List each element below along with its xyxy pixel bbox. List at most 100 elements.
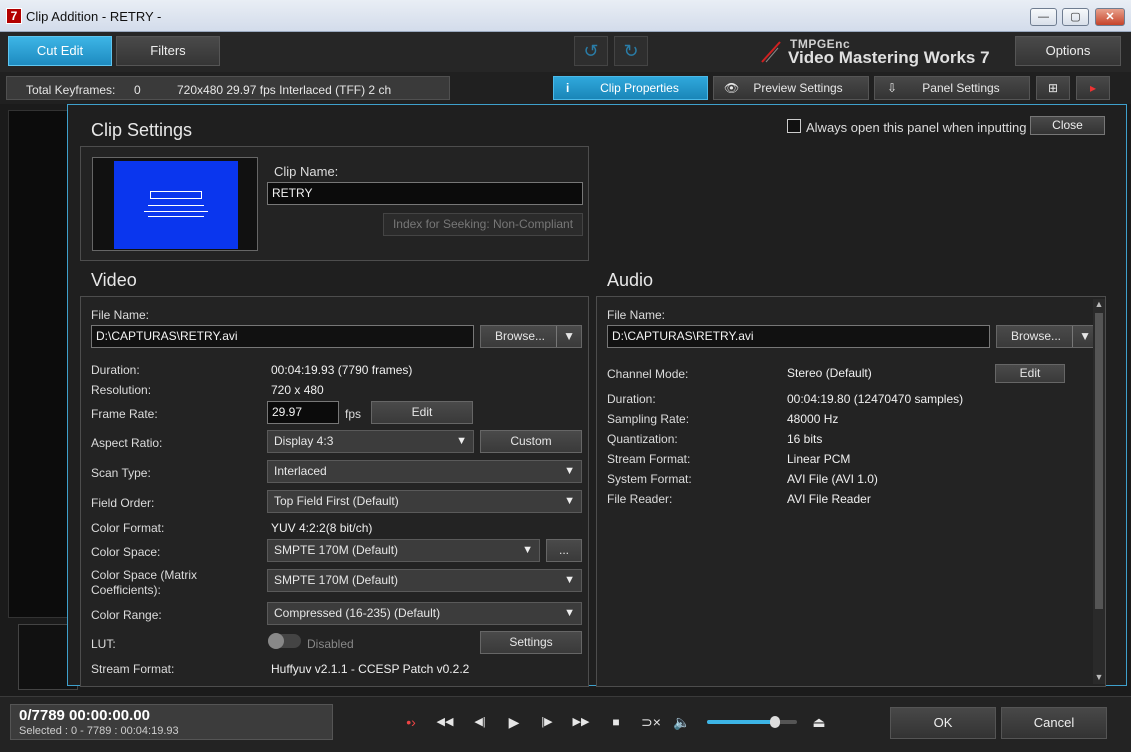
step-back-icon[interactable]: ◀| (469, 712, 491, 732)
video-stream-format-value: Huffyuv v2.1.1 - CCESP Patch v0.2.2 (271, 662, 470, 676)
eye-icon: 👁 (724, 81, 740, 95)
timecode-display: 0/7789 00:00:00.00 (19, 707, 150, 724)
stop-icon[interactable]: ■ (605, 712, 627, 732)
color-flag-icon[interactable]: ▸ (1076, 76, 1110, 100)
video-duration-value: 00:04:19.93 (7790 frames) (271, 363, 413, 377)
quantization-value: 16 bits (787, 432, 823, 446)
lut-settings-button[interactable]: Settings (480, 631, 582, 654)
video-header: Video (91, 270, 137, 290)
scan-type-label: Scan Type: (91, 466, 151, 480)
matrix-label-line2: Coefficients): (91, 583, 161, 597)
cancel-button[interactable]: Cancel (1001, 707, 1107, 739)
logo-product: Video Mastering Works 7 (788, 48, 990, 67)
clip-properties-button[interactable]: i Clip Properties (553, 76, 708, 100)
chevron-down-icon: ▼ (456, 435, 467, 447)
loop-icon[interactable]: ⊃× (638, 712, 664, 732)
sampling-rate-value: 48000 Hz (787, 412, 839, 426)
selection-display: Selected : 0 - 7789 : 00:04:19.93 (19, 725, 179, 737)
clip-thumbnail (114, 161, 238, 249)
channel-mode-value: Stereo (Default) (787, 366, 872, 380)
volume-knob[interactable] (769, 716, 780, 728)
color-range-label: Color Range: (91, 608, 162, 622)
file-reader-value: AVI File Reader (787, 492, 871, 506)
rewind-icon[interactable]: ◀◀ (434, 712, 456, 732)
chevron-down-icon: ▼ (522, 544, 533, 556)
video-panel: File Name: D:\CAPTURAS\RETRY.avi Browse.… (80, 296, 589, 687)
audio-browse-button[interactable]: Browse... ▼ (996, 325, 1098, 348)
undo-icon[interactable]: ↺ (574, 36, 608, 66)
options-button[interactable]: Options (1015, 36, 1121, 66)
video-browse-button[interactable]: Browse... ▼ (480, 325, 582, 348)
preview-settings-button[interactable]: 👁 Preview Settings (713, 76, 869, 100)
preview-pane (8, 110, 68, 618)
info-icon: i (566, 81, 570, 95)
aspect-ratio-select[interactable]: Display 4:3 ▼ (267, 430, 474, 453)
lut-label: LUT: (91, 637, 116, 651)
clip-name-panel: Clip Name: RETRY Index for Seeking: Non-… (80, 146, 589, 261)
volume-slider[interactable] (707, 716, 797, 728)
system-format-label: System Format: (607, 472, 692, 486)
channel-mode-label: Channel Mode: (607, 367, 689, 381)
close-button[interactable]: Close (1030, 116, 1105, 135)
redo-icon[interactable]: ↻ (614, 36, 648, 66)
total-keyframes-label: Total Keyframes: (26, 83, 116, 97)
quantization-label: Quantization: (607, 432, 678, 446)
clip-name-input[interactable]: RETRY (267, 182, 583, 205)
step-forward-icon[interactable]: |▶ (536, 712, 558, 732)
frame-rate-field[interactable]: 29.97 (267, 401, 339, 424)
play-icon[interactable]: ▶ (503, 712, 525, 732)
chevron-down-icon: ▼ (564, 465, 575, 477)
field-order-select[interactable]: Top Field First (Default) ▼ (267, 490, 582, 513)
aspect-ratio-label: Aspect Ratio: (91, 436, 163, 450)
channel-mode-edit-button[interactable]: Edit (995, 364, 1065, 383)
maximize-button[interactable]: ▢ (1062, 8, 1089, 26)
timecode-box: 0/7789 00:00:00.00 Selected : 0 - 7789 :… (10, 704, 333, 740)
mark-icon[interactable]: •› (400, 712, 422, 732)
minimize-button[interactable]: — (1030, 8, 1057, 26)
scroll-down-icon[interactable]: ▼ (1093, 672, 1105, 684)
scrollbar-thumb[interactable] (1095, 313, 1103, 609)
filters-tab[interactable]: Filters (116, 36, 220, 66)
system-format-value: AVI File (AVI 1.0) (787, 472, 878, 486)
index-seeking-button: Index for Seeking: Non-Compliant (383, 213, 583, 236)
clip-thumbnail-frame (92, 157, 258, 251)
aspect-custom-button[interactable]: Custom (480, 430, 582, 453)
color-space-more-button[interactable]: ... (546, 539, 582, 562)
ok-button[interactable]: OK (890, 707, 996, 739)
scroll-up-icon[interactable]: ▲ (1093, 299, 1105, 311)
always-open-checkbox[interactable] (787, 119, 801, 133)
chevron-down-icon: ▼ (564, 574, 575, 586)
clip-info-field: Total Keyframes: 0 720x480 29.97 fps Int… (6, 76, 450, 100)
matrix-label-line1: Color Space (Matrix (91, 568, 198, 582)
panel-settings-button[interactable]: ⇩ Panel Settings (874, 76, 1030, 100)
chevron-down-icon: ▼ (556, 326, 575, 347)
color-range-select[interactable]: Compressed (16-235) (Default) ▼ (267, 602, 582, 625)
scan-type-select[interactable]: Interlaced ▼ (267, 460, 582, 483)
color-format-value: YUV 4:2:2(8 bit/ch) (271, 521, 373, 535)
fast-forward-icon[interactable]: ▶▶ (570, 712, 592, 732)
video-file-name-field[interactable]: D:\CAPTURAS\RETRY.avi (91, 325, 474, 348)
eject-icon[interactable]: ⏏ (808, 712, 830, 732)
lut-toggle[interactable] (268, 633, 301, 649)
audio-file-name-label: File Name: (607, 308, 666, 322)
add-panel-icon[interactable]: ⊞ (1036, 76, 1070, 100)
color-space-select[interactable]: SMPTE 170M (Default) ▼ (267, 539, 540, 562)
audio-duration-label: Duration: (607, 392, 656, 406)
clip-name-label: Clip Name: (274, 164, 339, 179)
close-window-button[interactable]: ✕ (1095, 8, 1125, 26)
audio-file-name-field[interactable]: D:\CAPTURAS\RETRY.avi (607, 325, 990, 348)
volume-icon[interactable]: 🔈 (671, 712, 693, 732)
audio-scrollbar[interactable]: ▲ ▼ (1093, 299, 1105, 684)
sampling-rate-label: Sampling Rate: (607, 412, 690, 426)
audio-panel: File Name: D:\CAPTURAS\RETRY.avi Browse.… (596, 296, 1106, 687)
frame-rate-edit-button[interactable]: Edit (371, 401, 473, 424)
clip-format-text: 720x480 29.97 fps Interlaced (TFF) 2 ch (177, 83, 392, 97)
matrix-coefficients-select[interactable]: SMPTE 170M (Default) ▼ (267, 569, 582, 592)
dialog-title: Clip Settings (91, 120, 193, 140)
video-file-name-label: File Name: (91, 308, 150, 322)
always-open-label: Always open this panel when inputting (806, 120, 1027, 135)
fps-label: fps (345, 407, 362, 421)
chevron-down-icon: ▼ (1072, 326, 1091, 347)
cut-edit-tab[interactable]: Cut Edit (8, 36, 112, 66)
panel-icon: ⇩ (887, 81, 898, 95)
